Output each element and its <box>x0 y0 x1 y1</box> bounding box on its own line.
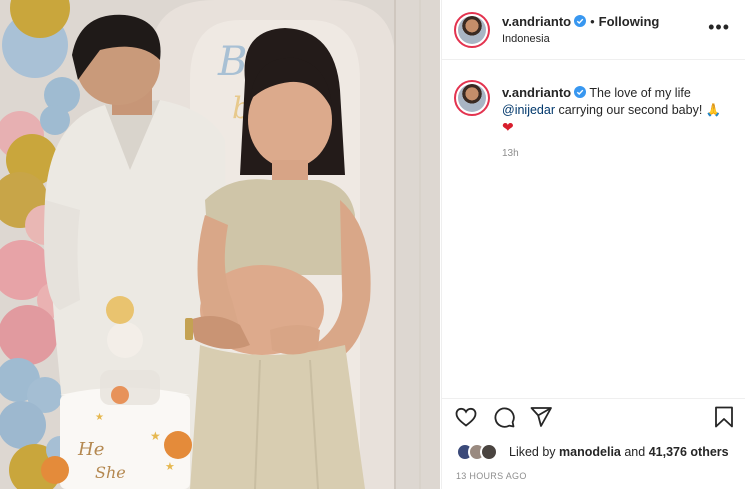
send-icon[interactable] <box>529 405 553 429</box>
post-image: Boy b <box>0 0 440 489</box>
svg-text:★: ★ <box>165 461 175 473</box>
praying-hands-emoji: 🙏 <box>705 103 722 117</box>
avatar-image <box>458 84 486 112</box>
likes-row: Liked by manodelia and 41,376 others <box>456 443 745 463</box>
caption-avatar[interactable] <box>454 80 490 116</box>
svg-text:He: He <box>77 439 104 460</box>
bookmark-icon[interactable] <box>712 405 736 429</box>
author-line: v.andrianto • Following <box>502 13 659 31</box>
likes-summary: Liked by manodelia and 41,376 others <box>509 445 729 459</box>
red-heart-emoji: ❤ <box>502 119 514 135</box>
svg-text:★: ★ <box>150 429 161 443</box>
action-bar <box>442 398 745 434</box>
heart-icon[interactable] <box>454 405 478 429</box>
separator-dot: • <box>590 14 595 29</box>
likes-prefix: Liked by <box>509 445 556 459</box>
more-options-icon[interactable]: ••• <box>708 18 730 36</box>
post-photo[interactable]: Boy b <box>0 0 440 489</box>
caption-time: 13h <box>502 148 519 159</box>
post-header: v.andrianto • Following Indonesia ••• <box>442 0 745 60</box>
caption-text: v.andrianto The love of my life @inijeda… <box>502 84 736 137</box>
liked-by-user[interactable]: manodelia <box>559 445 621 459</box>
caption-mention[interactable]: @inijedar <box>502 103 555 117</box>
post-location[interactable]: Indonesia <box>502 33 550 45</box>
svg-text:★: ★ <box>95 412 104 423</box>
caption-username[interactable]: v.andrianto <box>502 85 571 100</box>
avatar-image <box>458 16 486 44</box>
svg-text:She: She <box>95 463 126 482</box>
author-avatar[interactable] <box>454 12 490 48</box>
likes-count[interactable]: 41,376 others <box>649 445 729 459</box>
comment-icon[interactable] <box>492 405 516 429</box>
verified-badge-icon <box>574 15 587 27</box>
post-timestamp[interactable]: 13 HOURS AGO <box>456 471 527 481</box>
caption-text-start: The love of my life <box>589 86 691 100</box>
verified-badge-icon <box>574 86 587 98</box>
author-username[interactable]: v.andrianto <box>502 14 571 29</box>
liker-avatar[interactable] <box>480 443 498 461</box>
caption-text-end: carrying our second baby! <box>558 103 703 117</box>
post-panel: v.andrianto • Following Indonesia ••• v.an… <box>441 0 745 489</box>
following-button[interactable]: Following <box>599 14 660 29</box>
likes-joiner: and <box>624 445 646 459</box>
